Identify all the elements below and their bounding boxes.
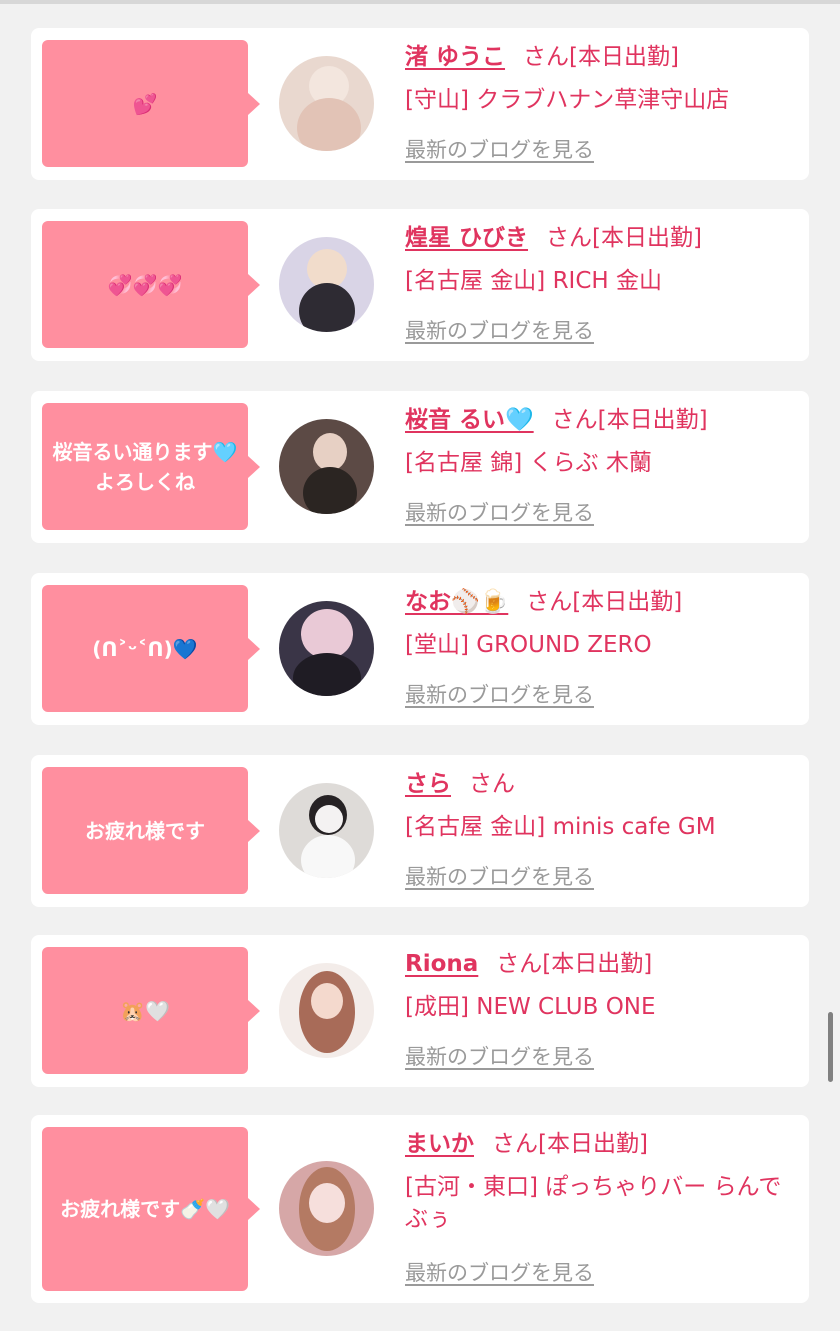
message-bubble: 🐹🤍 bbox=[42, 947, 260, 1074]
shop-name: [名古屋 金山] minis cafe GM bbox=[405, 814, 716, 840]
cast-name-link[interactable]: Riona bbox=[405, 951, 478, 977]
blog-link[interactable]: 最新のブログを見る bbox=[405, 679, 594, 709]
top-divider bbox=[0, 0, 840, 4]
status-label: [本日出勤] bbox=[538, 1131, 648, 1157]
avatar[interactable] bbox=[279, 419, 374, 514]
blog-link[interactable]: 最新のブログを見る bbox=[405, 1257, 594, 1287]
cast-card: 💕 渚 ゆうこ さん[本日出勤] [守山] クラブハナン草津守山店 最新のブログを… bbox=[31, 28, 809, 180]
message-bubble: 桜音るい通ります🩵よろしくね bbox=[42, 403, 260, 530]
status-label: [本日出勤] bbox=[597, 407, 708, 433]
cast-card: 桜音るい通ります🩵よろしくね 桜音 るい🩵 さん[本日出勤] [名古屋 錦] くら… bbox=[31, 391, 809, 543]
message-bubble: お疲れ様です bbox=[42, 767, 260, 894]
message-bubble: お疲れ様です🍼🤍 bbox=[42, 1127, 260, 1291]
honorific: さん bbox=[551, 407, 598, 433]
honorific: さん bbox=[523, 44, 570, 70]
honorific: さん bbox=[469, 771, 515, 797]
status-label: [本日出勤] bbox=[572, 589, 683, 615]
status-label: [本日出勤] bbox=[542, 951, 653, 977]
shop-name: [古河・東口] ぽっちゃりバー らんでぶぅ bbox=[405, 1174, 782, 1232]
honorific: さん bbox=[492, 1131, 538, 1157]
cast-name-link[interactable]: なお⚾🍺 bbox=[405, 589, 508, 615]
name-row: Riona さん[本日出勤] bbox=[405, 947, 652, 981]
shop-name: [名古屋 金山] RICH 金山 bbox=[405, 268, 662, 294]
message-bubble: 💞💞💞 bbox=[42, 221, 260, 348]
cast-name-link[interactable]: さら bbox=[405, 771, 451, 797]
avatar[interactable] bbox=[279, 56, 374, 151]
cast-name-link[interactable]: まいか bbox=[405, 1131, 474, 1157]
shop-name: [名古屋 錦] くらぶ 木蘭 bbox=[405, 450, 652, 476]
avatar[interactable] bbox=[279, 783, 374, 878]
name-row: 渚 ゆうこ さん[本日出勤] bbox=[405, 40, 679, 74]
shop-name: [守山] クラブハナン草津守山店 bbox=[405, 87, 730, 113]
blog-link[interactable]: 最新のブログを見る bbox=[405, 134, 594, 164]
blog-link[interactable]: 最新のブログを見る bbox=[405, 497, 594, 527]
cast-card: (ᑎ˃ᵕ˂ᑎ)💙 なお⚾🍺 さん[本日出勤] [堂山] GROUND ZERO 最… bbox=[31, 573, 809, 725]
avatar[interactable] bbox=[279, 237, 374, 332]
name-row: 桜音 るい🩵 さん[本日出勤] bbox=[405, 403, 708, 437]
honorific: さん bbox=[496, 951, 543, 977]
cast-card: お疲れ様です🍼🤍 まいか さん[本日出勤] [古河・東口] ぽっちゃりバー らんで… bbox=[31, 1115, 809, 1303]
cast-card: 💞💞💞 煌星 ひびき さん[本日出勤] [名古屋 金山] RICH 金山 最新のブ… bbox=[31, 209, 809, 361]
name-row: なお⚾🍺 さん[本日出勤] bbox=[405, 585, 682, 619]
name-row: 煌星 ひびき さん[本日出勤] bbox=[405, 221, 702, 255]
status-label: [本日出勤] bbox=[592, 225, 702, 251]
honorific: さん bbox=[526, 589, 573, 615]
avatar[interactable] bbox=[279, 1161, 374, 1256]
name-row: さら さん bbox=[405, 767, 515, 801]
message-bubble: 💕 bbox=[42, 40, 260, 167]
blog-link[interactable]: 最新のブログを見る bbox=[405, 861, 594, 891]
blog-link[interactable]: 最新のブログを見る bbox=[405, 315, 594, 345]
honorific: さん bbox=[546, 225, 593, 251]
cast-name-link[interactable]: 渚 ゆうこ bbox=[405, 44, 505, 70]
status-label: [本日出勤] bbox=[569, 44, 679, 70]
shop-name: [成田] NEW CLUB ONE bbox=[405, 994, 656, 1020]
message-bubble: (ᑎ˃ᵕ˂ᑎ)💙 bbox=[42, 585, 260, 712]
name-row: まいか さん[本日出勤] bbox=[405, 1127, 648, 1161]
avatar[interactable] bbox=[279, 601, 374, 696]
cast-card: 🐹🤍 Riona さん[本日出勤] [成田] NEW CLUB ONE 最新のブロ… bbox=[31, 935, 809, 1087]
shop-name: [堂山] GROUND ZERO bbox=[405, 632, 652, 658]
cast-name-link[interactable]: 桜音 るい🩵 bbox=[405, 407, 534, 433]
avatar[interactable] bbox=[279, 963, 374, 1058]
cast-card: お疲れ様です さら さん [名古屋 金山] minis cafe GM 最新のブロ… bbox=[31, 755, 809, 907]
blog-link[interactable]: 最新のブログを見る bbox=[405, 1041, 594, 1071]
cast-name-link[interactable]: 煌星 ひびき bbox=[405, 225, 528, 251]
scrollbar-thumb[interactable] bbox=[828, 1012, 833, 1082]
